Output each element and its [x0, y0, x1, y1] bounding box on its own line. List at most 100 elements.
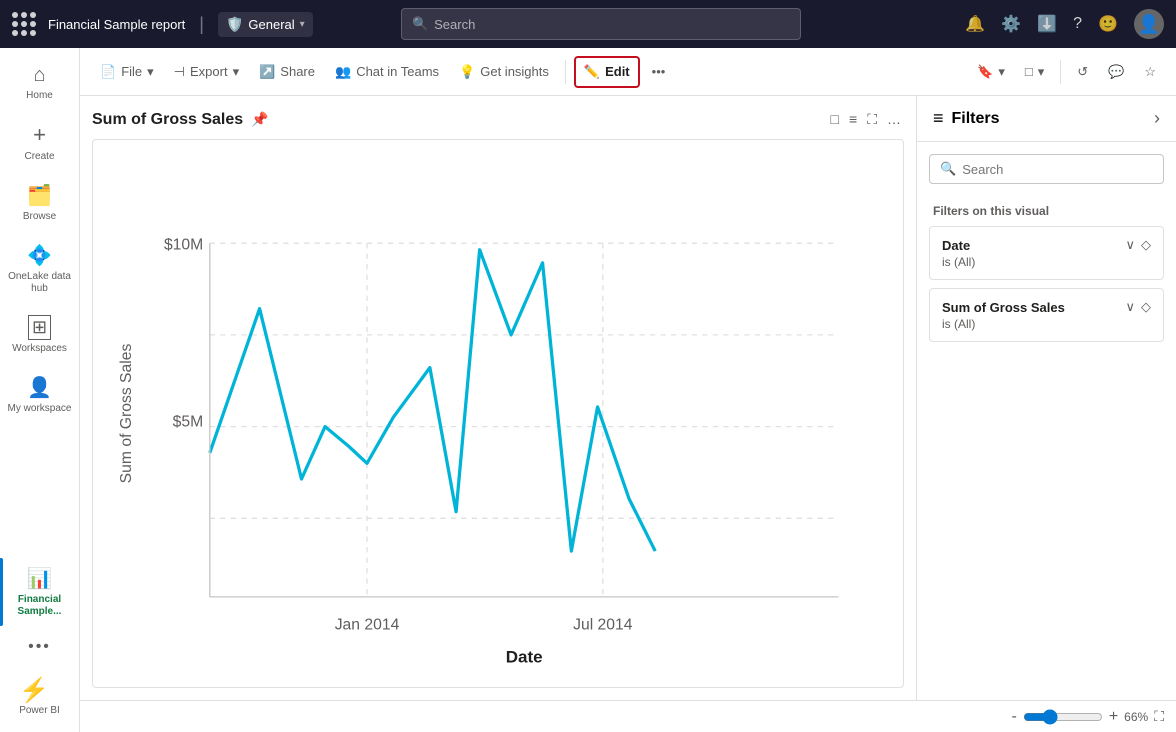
- avatar-icon: 👤: [1138, 14, 1160, 35]
- zoom-in-button[interactable]: +: [1109, 708, 1118, 726]
- filters-title-text: Filters: [952, 110, 1000, 128]
- sidebar-item-home[interactable]: ⌂ Home: [4, 56, 76, 110]
- create-icon: +: [33, 122, 46, 148]
- file-button[interactable]: 📄 File ▾: [92, 58, 162, 86]
- powerbi-logo: ⚡: [19, 677, 49, 704]
- filter-search-input[interactable]: [962, 162, 1153, 177]
- notification-icon[interactable]: 🔔: [965, 14, 985, 34]
- filters-title: ≡ Filters: [933, 108, 1000, 129]
- share-button[interactable]: ↗️ Share: [251, 58, 323, 86]
- sidebar-financial-label: Financial Sample...: [8, 594, 72, 618]
- filter-grosssales-header: Sum of Gross Sales ∨ ◇: [942, 299, 1151, 315]
- filters-search[interactable]: 🔍: [929, 154, 1164, 184]
- filter-card-date: Date ∨ ◇ is (All): [929, 226, 1164, 280]
- chart-title: Sum of Gross Sales: [92, 111, 243, 129]
- edit-icon: ✏️: [584, 64, 600, 80]
- apps-grid-icon[interactable]: [12, 12, 36, 36]
- format-icon[interactable]: ≡: [846, 108, 860, 131]
- global-search[interactable]: 🔍: [401, 8, 801, 40]
- svg-text:$10M: $10M: [164, 237, 203, 254]
- chart-area: Sum of Gross Sales 📌 □ ≡ ⛶ … Sum of Gros…: [80, 96, 916, 700]
- feedback-icon[interactable]: 🙂: [1098, 14, 1118, 34]
- view-icon: □: [1025, 64, 1033, 79]
- sidebar-financial-wrap: 📊 Financial Sample...: [0, 558, 80, 626]
- filter-grosssales-clear-icon[interactable]: ◇: [1141, 299, 1151, 315]
- more-icon: •••: [652, 64, 666, 79]
- get-insights-button[interactable]: 💡 Get insights: [451, 58, 557, 86]
- bottom-bar: - + 66% ⛶: [80, 700, 1176, 732]
- sidebar-browse-label: Browse: [23, 211, 56, 223]
- focus-icon[interactable]: □: [828, 108, 842, 131]
- filter-lines-icon: ≡: [933, 108, 944, 129]
- bookmark-chevron: ▾: [998, 64, 1005, 80]
- sidebar-home-label: Home: [26, 90, 53, 102]
- zoom-out-button[interactable]: -: [1011, 708, 1016, 726]
- export-button[interactable]: ⊣ Export ▾: [166, 58, 247, 86]
- file-chevron-icon: ▾: [147, 64, 154, 80]
- filter-section-title: Filters on this visual: [917, 196, 1176, 222]
- sidebar-item-create[interactable]: + Create: [4, 114, 76, 171]
- sidebar-powerbi: ⚡ Power BI: [11, 668, 68, 724]
- help-icon[interactable]: ?: [1073, 15, 1082, 33]
- star-icon: ☆: [1144, 64, 1156, 80]
- svg-text:Jul 2014: Jul 2014: [573, 617, 633, 634]
- bookmark-icon: 🔖: [977, 64, 993, 80]
- filters-panel: ≡ Filters › 🔍 Filters on this visual Dat…: [916, 96, 1176, 700]
- sidebar-item-onelake[interactable]: 💠 OneLake data hub: [4, 235, 76, 303]
- chart-more-icon[interactable]: …: [884, 108, 904, 131]
- share-icon: ↗️: [259, 64, 275, 80]
- chart-controls: □ ≡ ⛶ …: [828, 108, 904, 131]
- main-layout: ⌂ Home + Create 🗂️ Browse 💠 OneLake data…: [0, 48, 1176, 732]
- search-input[interactable]: [434, 17, 790, 32]
- filter-date-chevron[interactable]: ∨: [1125, 237, 1135, 253]
- settings-icon[interactable]: ⚙️: [1001, 14, 1021, 34]
- teams-icon: 👥: [335, 64, 351, 80]
- more-button[interactable]: •••: [644, 58, 674, 85]
- sidebar-item-financial[interactable]: 📊 Financial Sample...: [4, 558, 76, 626]
- svg-text:Sum of Gross Sales: Sum of Gross Sales: [118, 344, 135, 484]
- search-icon: 🔍: [412, 16, 428, 32]
- svg-text:$5M: $5M: [173, 414, 204, 431]
- export-chevron-icon: ▾: [233, 64, 240, 80]
- fit-screen-icon[interactable]: ⛶: [1154, 708, 1164, 725]
- sidebar-myworkspace-label: My workspace: [8, 403, 72, 415]
- download-icon[interactable]: ⬇️: [1037, 14, 1057, 34]
- sidebar-item-workspaces[interactable]: ⊞ Workspaces: [4, 307, 76, 363]
- filters-expand-icon[interactable]: ›: [1154, 108, 1160, 129]
- sidebar-item-browse[interactable]: 🗂️ Browse: [4, 175, 76, 231]
- file-label: File: [121, 64, 142, 79]
- filter-grosssales-chevron[interactable]: ∨: [1125, 299, 1135, 315]
- filter-date-actions: ∨ ◇: [1125, 237, 1151, 253]
- sidebar-item-myworkspace[interactable]: 👤 My workspace: [4, 367, 76, 423]
- sidebar-workspaces-label: Workspaces: [12, 343, 67, 355]
- chat-in-teams-button[interactable]: 👥 Chat in Teams: [327, 58, 447, 86]
- nav-separator: |: [199, 14, 204, 35]
- financial-icon: 📊: [27, 566, 52, 591]
- more-icon: •••: [28, 638, 51, 656]
- view-button[interactable]: □ ▾: [1017, 58, 1052, 86]
- zoom-slider[interactable]: [1023, 709, 1103, 725]
- svg-text:Date: Date: [506, 647, 543, 666]
- chevron-down-icon: ▾: [300, 19, 305, 30]
- filter-search-icon: 🔍: [940, 161, 956, 177]
- filter-card-date-header: Date ∨ ◇: [942, 237, 1151, 253]
- sidebar-more[interactable]: •••: [4, 630, 76, 664]
- export-icon: ⊣: [174, 64, 185, 80]
- filter-date-clear-icon[interactable]: ◇: [1141, 237, 1151, 253]
- bookmark-button[interactable]: 🔖 ▾: [969, 58, 1013, 86]
- sidebar: ⌂ Home + Create 🗂️ Browse 💠 OneLake data…: [0, 48, 80, 732]
- avatar[interactable]: 👤: [1134, 9, 1164, 39]
- toolbar-right: 🔖 ▾ □ ▾ ↺ 💬 ☆: [969, 58, 1164, 86]
- favorite-button[interactable]: ☆: [1136, 58, 1164, 86]
- comment-button[interactable]: 💬: [1100, 58, 1132, 86]
- refresh-button[interactable]: ↺: [1069, 58, 1096, 86]
- expand-icon[interactable]: ⛶: [864, 108, 880, 131]
- shield-icon: 🛡️: [226, 16, 243, 33]
- chart-svg: Sum of Gross Sales $10M $5M: [105, 152, 891, 675]
- view-chevron: ▾: [1038, 64, 1045, 80]
- edit-button[interactable]: ✏️ Edit: [574, 56, 640, 88]
- zoom-value: 66%: [1124, 710, 1148, 724]
- home-icon: ⌂: [33, 64, 45, 87]
- pin-icon[interactable]: 📌: [251, 111, 268, 128]
- workspace-badge[interactable]: 🛡️ General ▾: [218, 12, 313, 37]
